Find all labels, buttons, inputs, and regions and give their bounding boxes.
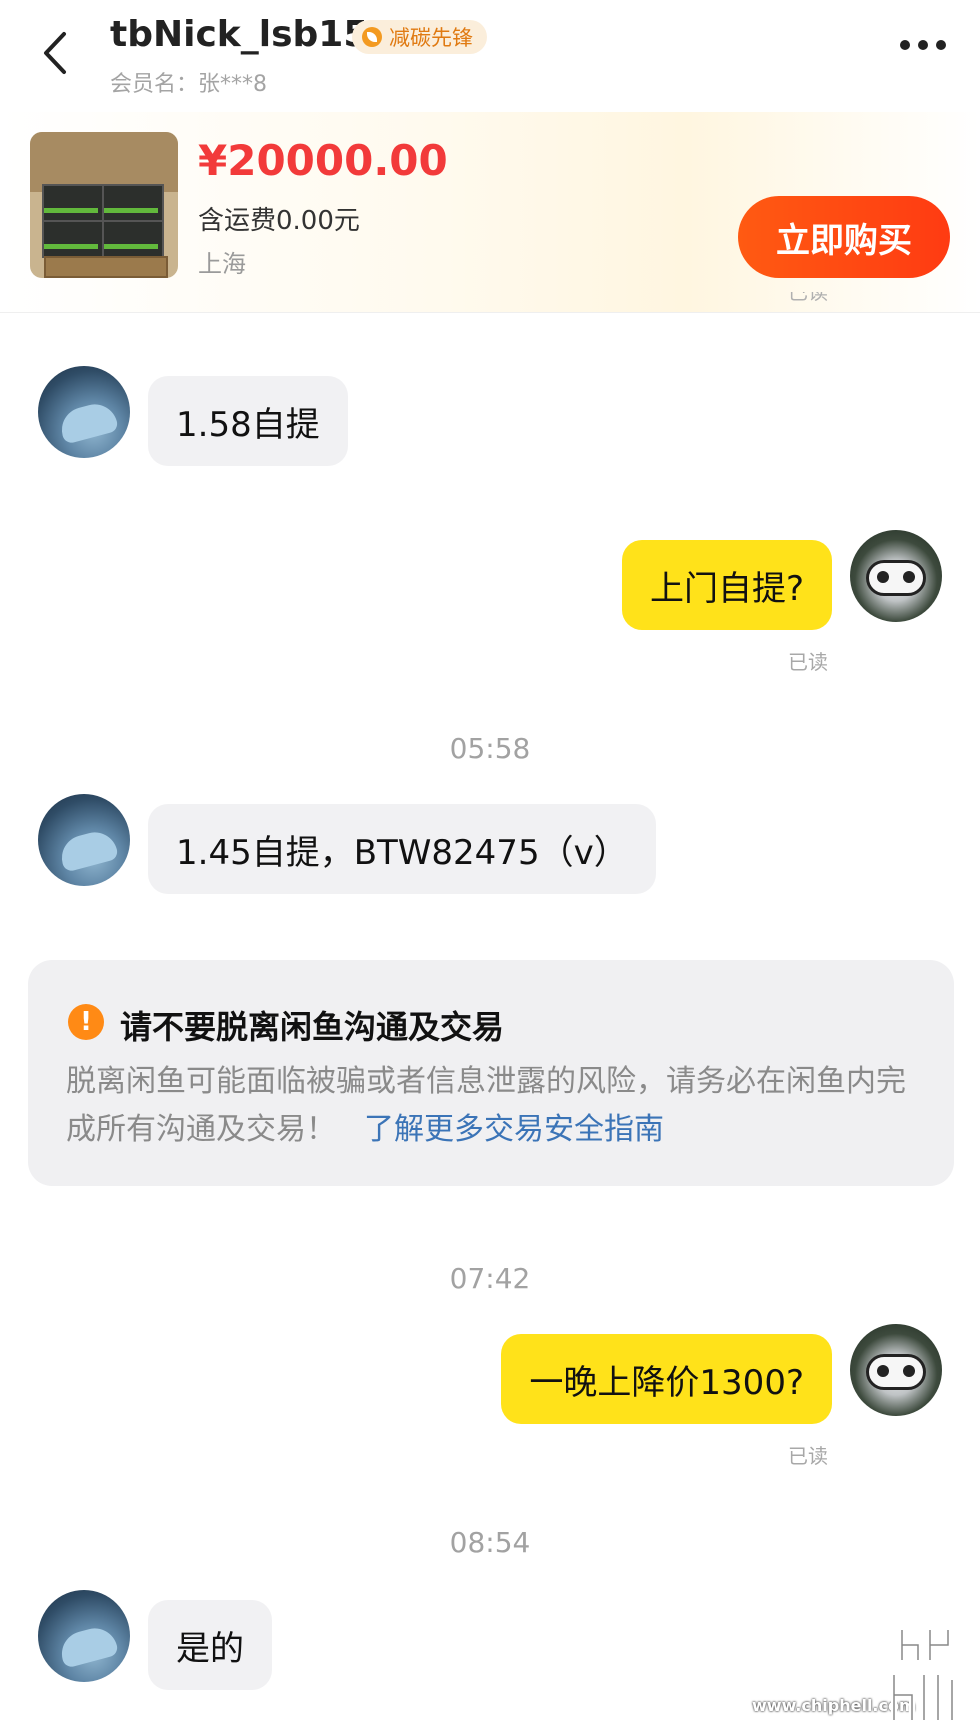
timestamp: 08:54 [449,1526,531,1559]
watermark: www.chiphell.com [752,1620,970,1730]
message-bubble-received[interactable]: 1.45自提，BTW82475（v） [148,804,656,894]
notice-body: 脱离闲鱼可能面临被骗或者信息泄露的风险，请务必在闲鱼内完成所有沟通及交易！ 了解更… [66,1058,926,1154]
watermark-logo [891,1627,955,1723]
notice-title: 请不要脱离闲鱼沟通及交易 [120,1008,505,1046]
read-status: 已读 [788,1444,828,1468]
more-dots-icon[interactable] [900,40,946,50]
message-bubble-sent[interactable]: 一晚上降价1300? [501,1334,832,1424]
message-bubble-sent[interactable]: 上门自提? [621,540,832,630]
read-status: 已读 [788,650,828,674]
product-shipping: 含运费0.00元 [198,206,360,236]
read-status-clipped: 已读 [788,292,828,304]
product-price: ¥20000.00 [198,136,448,185]
buy-now-button[interactable]: 立即购买 [738,196,950,278]
warning-icon: ! [68,1004,104,1040]
timestamp: 07:42 [449,1262,531,1295]
my-avatar[interactable] [850,1324,942,1416]
safety-guide-link[interactable]: 了解更多交易安全指南 [364,1112,664,1147]
seller-avatar[interactable] [38,794,130,886]
my-avatar[interactable] [850,530,942,622]
back-arrow-icon[interactable] [36,28,76,78]
product-thumbnail[interactable] [30,132,178,278]
eco-badge: 减碳先锋 [352,20,487,54]
member-name: 会员名：张***8 [110,72,267,97]
safety-notice: ! 请不要脱离闲鱼沟通及交易 脱离闲鱼可能面临被骗或者信息泄露的风险，请务必在闲… [28,960,954,1186]
leaf-icon [362,27,382,47]
message-bubble-received[interactable]: 1.58自提 [148,376,348,466]
chat-header: tbNick_lsb15 减碳先锋 会员名：张***8 [0,0,980,110]
timestamp: 05:58 [449,732,531,765]
chat-title[interactable]: tbNick_lsb15 [110,14,368,55]
message-bubble-received[interactable]: 是的 [148,1600,272,1690]
seller-avatar[interactable] [38,366,130,458]
product-location: 上海 [198,250,246,278]
product-card[interactable]: ¥20000.00 含运费0.00元 上海 立即购买 [0,112,980,313]
seller-avatar[interactable] [38,1590,130,1682]
eco-badge-label: 减碳先锋 [389,26,473,50]
